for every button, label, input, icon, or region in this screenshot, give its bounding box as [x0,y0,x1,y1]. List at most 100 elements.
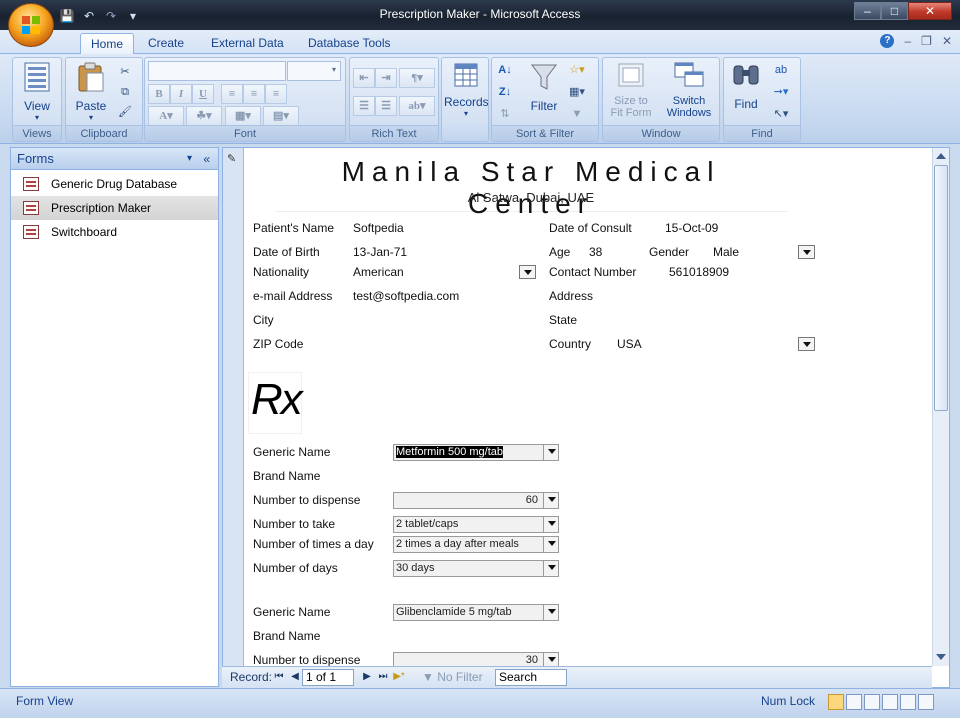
sort-ascending-icon[interactable]: A↓ [496,62,514,78]
nav-item-switchboard[interactable]: Switchboard [11,220,218,244]
bullets-icon[interactable]: ☰ [375,96,397,116]
nationality-dropdown-icon[interactable] [519,265,536,279]
take-dropdown-icon[interactable] [543,517,558,532]
new-record-icon[interactable]: ▶* [392,670,406,684]
dispense-combo[interactable]: 30 [393,652,559,666]
tab-database-tools[interactable]: Database Tools [298,33,401,54]
gender-dropdown-icon[interactable] [798,245,815,259]
form-view-icon[interactable] [828,694,844,710]
tab-external-data[interactable]: External Data [201,33,294,54]
tab-create[interactable]: Create [138,33,194,54]
previous-record-icon[interactable]: ◀ [288,670,302,684]
generic-name-combo[interactable]: Metformin 500 mg/tab [393,444,559,461]
nav-pane-header[interactable]: Forms ▾ « [11,148,218,170]
bold-button[interactable]: B [148,84,170,104]
alternate-fill-icon[interactable]: ▤▾ [263,106,299,126]
nav-item-generic-drug-database[interactable]: Generic Drug Database [11,172,218,196]
vertical-scrollbar[interactable] [932,148,949,666]
days-combo[interactable]: 30 days [393,560,559,577]
toggle-filter-icon[interactable]: ▼ [568,106,586,122]
country-field[interactable]: USA [617,337,642,351]
times-dropdown-icon[interactable] [543,537,558,552]
layout-view-icon[interactable] [900,694,916,710]
nationality-field[interactable]: American [353,265,404,279]
select-icon[interactable]: ↖▾ [772,106,790,122]
current-record-field[interactable]: 1 of 1 [302,669,354,686]
age-field[interactable]: 38 [589,245,602,259]
next-record-icon[interactable]: ▶ [360,670,374,684]
email-field[interactable]: test@softpedia.com [353,289,459,303]
font-color-icon[interactable]: A▾ [148,106,184,126]
dob-field[interactable]: 13-Jan-71 [353,245,407,259]
nav-item-prescription-maker[interactable]: Prescription Maker [11,196,218,220]
underline-button[interactable]: U [192,84,214,104]
align-right-icon[interactable]: ≡ [265,84,287,104]
records-button[interactable]: Records ▾ [444,62,489,118]
dispense-dropdown-icon[interactable] [543,653,558,666]
sort-descending-icon[interactable]: Z↓ [496,84,514,100]
copy-icon[interactable]: ⧉ [116,84,134,100]
generic-name-dropdown-icon[interactable] [543,605,558,620]
italic-button[interactable]: I [170,84,192,104]
replace-icon[interactable]: ab [772,62,790,78]
goto-icon[interactable]: ➞▾ [772,84,790,100]
paste-button[interactable]: Paste ▾ [70,62,112,122]
dispense-dropdown-icon[interactable] [543,493,558,508]
datasheet-view-icon[interactable] [846,694,862,710]
scroll-up-icon[interactable] [936,153,946,159]
take-combo[interactable]: 2 tablet/caps [393,516,559,533]
size-to-fit-button[interactable]: Size to Fit Form [605,62,657,119]
last-record-icon[interactable]: ⏭ [376,670,390,684]
times-combo[interactable]: 2 times a day after meals [393,536,559,553]
find-button[interactable]: Find [726,62,766,111]
filter-button[interactable]: Filter [524,62,564,113]
contact-field[interactable]: 561018909 [669,265,729,279]
help-icon[interactable]: ? [880,34,895,48]
font-name-combo[interactable] [148,61,286,81]
nav-dropdown-icon[interactable]: ▾ [187,148,192,170]
fill-color-icon[interactable]: ☘▾ [186,106,222,126]
design-view-icon[interactable] [918,694,934,710]
doc-minimize-icon[interactable]: – [904,34,911,48]
tab-home[interactable]: Home [80,33,135,54]
increase-indent-icon[interactable]: ⇥ [375,68,397,88]
record-selector[interactable]: ✎ [223,148,244,666]
switch-windows-button[interactable]: Switch Windows [661,62,717,119]
pivotchart-view-icon[interactable] [882,694,898,710]
font-size-combo[interactable]: ▾ [287,61,341,81]
numbering-icon[interactable]: ☰ [353,96,375,116]
dispense-combo[interactable]: 60 [393,492,559,509]
country-dropdown-icon[interactable] [798,337,815,351]
pivottable-view-icon[interactable] [864,694,880,710]
patient-name-field[interactable]: Softpedia [353,221,404,235]
paragraph-icon[interactable]: ¶▾ [399,68,435,88]
advanced-filter-icon[interactable]: ▦▾ [568,84,586,100]
scroll-down-icon[interactable] [936,654,946,660]
align-center-icon[interactable]: ≡ [243,84,265,104]
scroll-thumb[interactable] [934,165,948,411]
decrease-indent-icon[interactable]: ⇤ [353,68,375,88]
clear-sort-icon[interactable]: ⇅ [496,106,514,122]
view-button[interactable]: View ▾ [17,62,57,122]
selection-filter-icon[interactable]: ☆▾ [568,62,586,78]
maximize-button[interactable]: □ [881,2,908,20]
no-filter-button[interactable]: ▼ No Filter [422,670,483,684]
format-painter-icon[interactable]: 🖌 [116,104,134,120]
date-of-consult-field[interactable]: 15-Oct-09 [665,221,718,235]
close-button[interactable]: ✕ [908,2,952,20]
highlight-icon[interactable]: ab▾ [399,96,435,116]
gridlines-icon[interactable]: ▦▾ [225,106,261,126]
doc-restore-icon[interactable]: ❐ [921,34,932,48]
gender-field[interactable]: Male [713,245,739,259]
minimize-button[interactable]: – [854,2,881,20]
align-left-icon[interactable]: ≡ [221,84,243,104]
doc-close-icon[interactable]: ✕ [942,34,952,48]
shutter-bar-icon[interactable]: « [203,148,210,170]
first-record-icon[interactable]: ⏮ [272,670,286,684]
office-button[interactable] [8,3,54,47]
days-dropdown-icon[interactable] [543,561,558,576]
cut-icon[interactable]: ✂ [116,64,134,80]
generic-name-dropdown-icon[interactable] [543,445,558,460]
search-input[interactable]: Search [495,669,567,686]
generic-name-combo[interactable]: Glibenclamide 5 mg/tab [393,604,559,621]
